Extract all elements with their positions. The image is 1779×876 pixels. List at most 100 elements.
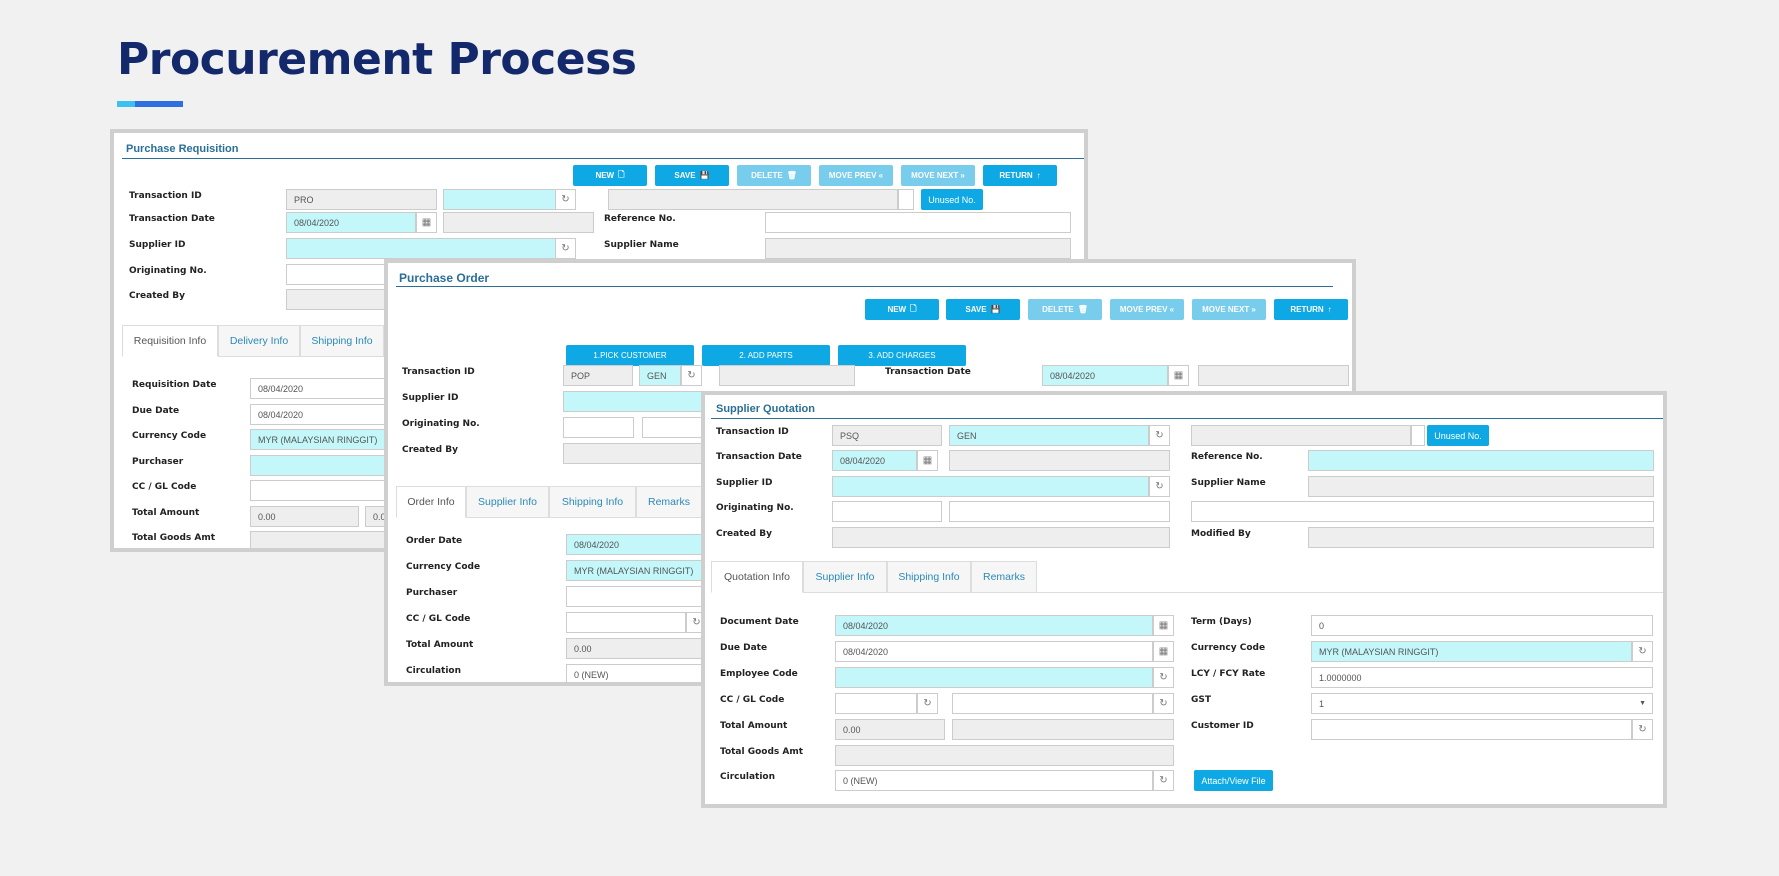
supplier-name-field [1308,476,1654,497]
transaction-date-field[interactable]: 08/04/2020 [1042,365,1168,386]
requisition-date-field[interactable]: 08/04/2020 [250,378,390,399]
unused-no-button[interactable]: Unused No. [1427,425,1489,446]
move-prev-button[interactable]: MOVE PREV « [1110,299,1184,320]
new-button[interactable]: NEW 🗋 [573,165,647,186]
originating-extra-field[interactable] [1191,501,1654,522]
transaction-number[interactable] [608,189,898,210]
refresh-icon[interactable]: ↻ [1149,476,1170,497]
calendar-icon[interactable]: ▦ [1153,615,1174,636]
due-date-label: Due Date [132,406,180,416]
delete-button[interactable]: DELETE 🗑 [737,165,811,186]
lcy-fcy-rate-field[interactable]: 1.0000000 [1311,667,1653,688]
transaction-id-label: Transaction ID [402,367,475,377]
reference-no-field[interactable] [765,212,1071,233]
refresh-icon[interactable]: ↻ [1632,719,1653,740]
refresh-icon[interactable]: ↻ [1153,770,1174,791]
due-date-field[interactable]: 08/04/2020 [835,641,1153,662]
supplier-id-field[interactable] [286,238,573,259]
refresh-icon[interactable]: ↻ [1153,693,1174,714]
circulation-field[interactable]: 0 (NEW) [835,770,1153,791]
refresh-icon[interactable]: ↻ [1153,667,1174,688]
calendar-icon[interactable]: ▦ [416,212,437,233]
originating-no-field[interactable] [563,417,634,438]
supplier-name-field [765,238,1071,259]
transaction-id-prefix[interactable]: PRO [286,189,437,210]
tab-supplier-info[interactable]: Supplier Info [466,486,549,518]
transaction-number[interactable] [719,365,855,386]
supplier-id-field[interactable] [832,476,1149,497]
transaction-id-code[interactable] [443,189,573,210]
reference-no-label: Reference No. [604,214,676,224]
tab-remarks[interactable]: Remarks [971,561,1037,593]
reference-no-field[interactable] [1308,450,1654,471]
tab-remarks[interactable]: Remarks [636,486,702,518]
purchaser-field[interactable] [250,455,390,476]
pick-customer-button[interactable]: 1.PICK CUSTOMER [566,345,694,366]
title-rule [711,418,1663,419]
move-next-button[interactable]: MOVE NEXT » [1192,299,1266,320]
refresh-icon[interactable]: ↻ [1632,641,1653,662]
add-parts-button[interactable]: 2. ADD PARTS [702,345,830,366]
tab-shipping-info[interactable]: Shipping Info [887,561,971,593]
originating-no-field-2[interactable] [949,501,1170,522]
due-date-field[interactable]: 08/04/2020 [250,404,390,425]
refresh-icon[interactable]: ↻ [681,365,702,386]
transaction-date-field[interactable]: 08/04/2020 [832,450,917,471]
return-button[interactable]: RETURN ↑ [983,165,1057,186]
employee-code-field[interactable] [835,667,1153,688]
unused-no-button[interactable]: Unused No. [921,189,983,210]
refresh-icon[interactable]: ↻ [555,238,576,259]
tab-shipping-info[interactable]: Shipping Info [300,325,384,357]
save-button[interactable]: SAVE 💾 [655,165,729,186]
tab-quotation-info[interactable]: Quotation Info [711,561,803,593]
gst-select[interactable]: 1 ▼ [1311,693,1653,714]
add-charges-button[interactable]: 3. ADD CHARGES [838,345,966,366]
originating-no-label: Originating No. [129,266,207,276]
tab-requisition-info[interactable]: Requisition Info [122,325,218,357]
originating-no-label: Originating No. [716,503,794,513]
new-button[interactable]: NEW 🗋 [865,299,939,320]
title-rule [396,286,1333,287]
transaction-id-code[interactable]: GEN [949,425,1149,446]
calendar-icon[interactable]: ▦ [917,450,938,471]
transaction-id-code[interactable]: GEN [639,365,681,386]
currency-code-field[interactable]: MYR (MALAYSIAN RINGGIT) [250,429,390,450]
term-days-field[interactable]: 0 [1311,615,1653,636]
calendar-icon[interactable]: ▦ [1153,641,1174,662]
currency-code-label: Currency Code [132,431,207,441]
refresh-icon[interactable]: ↻ [555,189,576,210]
refresh-icon[interactable]: ↻ [1149,425,1170,446]
return-button[interactable]: RETURN ↑ [1274,299,1348,320]
transaction-date-field[interactable]: 08/04/2020 [286,212,416,233]
cc-gl-code-field[interactable] [566,612,686,633]
total-goods-amt-field [250,531,390,548]
window-title: Purchase Order [399,271,490,285]
cc-gl-code-field[interactable] [250,480,390,501]
calendar-icon[interactable]: ▦ [1168,365,1189,386]
transaction-check[interactable] [898,189,914,210]
document-date-field[interactable]: 08/04/2020 [835,615,1153,636]
transaction-id-prefix[interactable]: POP [563,365,633,386]
currency-code-field[interactable]: MYR (MALAYSIAN RINGGIT) [1311,641,1632,662]
delete-button[interactable]: DELETE 🗑 [1028,299,1102,320]
originating-no-field[interactable] [832,501,942,522]
transaction-number[interactable] [1191,425,1411,446]
originating-no-field[interactable] [286,264,396,285]
transaction-id-prefix[interactable]: PSQ [832,425,942,446]
tab-order-info[interactable]: Order Info [396,486,466,518]
attach-view-file-button[interactable]: Attach/View File [1194,770,1273,791]
transaction-date-extra [443,212,594,233]
requisition-date-label: Requisition Date [132,380,217,390]
save-button[interactable]: SAVE 💾 [946,299,1020,320]
cc-gl-code-field[interactable] [835,693,917,714]
move-prev-button[interactable]: MOVE PREV « [819,165,893,186]
customer-id-field[interactable] [1311,719,1632,740]
move-next-button[interactable]: MOVE NEXT » [901,165,975,186]
refresh-icon[interactable]: ↻ [917,693,938,714]
tab-delivery-info[interactable]: Delivery Info [218,325,300,357]
tab-supplier-info[interactable]: Supplier Info [803,561,887,593]
title-accent-bar [117,101,183,107]
tab-shipping-info[interactable]: Shipping Info [549,486,636,518]
cc-gl-code-field-2[interactable] [952,693,1153,714]
transaction-check[interactable] [1411,425,1425,446]
